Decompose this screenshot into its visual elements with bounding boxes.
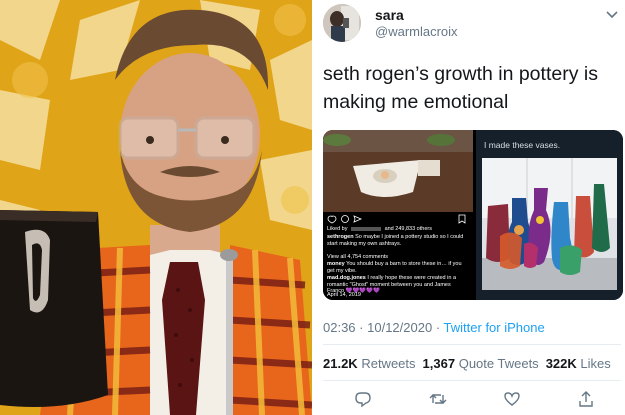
quotes-stat[interactable]: 1,367 Quote Tweets [423,356,539,371]
avatar[interactable] [323,4,361,42]
instagram-view-comments: View all 4,754 comments [327,254,389,260]
tweet-meta: 02:36 · 10/12/2020 · Twitter for iPhone [323,320,545,335]
instagram-likes: Liked by and 249,833 others [327,226,432,232]
vases-caption: I made these vases. [484,140,561,150]
display-name[interactable]: sara [375,7,404,23]
tweet-source[interactable]: Twitter for iPhone [444,320,545,335]
likes-stat[interactable]: 322K Likes [546,356,611,371]
tweet-card: sara @warmlacroix seth rogen’s growth in… [312,0,625,415]
instagram-comment: money You should buy a barn to store the… [327,261,462,274]
retweet-icon[interactable] [429,390,447,408]
avatar-image [323,4,361,42]
divider [323,380,621,381]
share-icon[interactable] [577,390,595,408]
reply-icon[interactable] [354,390,372,408]
like-icon[interactable] [503,390,521,408]
ashtray-photo [323,130,473,212]
instagram-action-icons [327,214,466,224]
tweet-actions [312,388,625,410]
instagram-caption: sethrogen So maybe I joined a pottery st… [327,234,464,247]
chevron-down-icon[interactable] [605,10,619,20]
tweet-stats: 21.2K Retweets 1,367 Quote Tweets 322K Lik… [323,356,611,371]
tweet-date[interactable]: 10/12/2020 [367,320,432,335]
photo-illustration [0,0,312,415]
meta-separator: · [359,320,368,335]
vases-photo [482,158,617,290]
handle[interactable]: @warmlacroix [375,24,458,39]
tweet-text: seth rogen’s growth in pottery is making… [323,63,598,113]
instagram-date: April 14, 2019 [327,292,361,298]
divider [323,344,621,345]
instagram-screenshot[interactable]: Liked by and 249,833 others sethrogen So… [323,130,473,300]
tweet-media[interactable]: Liked by and 249,833 others sethrogen So… [323,130,623,300]
seth-rogen-photo [0,0,312,415]
tweet-time[interactable]: 02:36 [323,320,356,335]
vases-screenshot[interactable]: I made these vases. [476,130,623,300]
retweets-stat[interactable]: 21.2K Retweets [323,356,416,371]
meta-separator: · [435,320,444,335]
